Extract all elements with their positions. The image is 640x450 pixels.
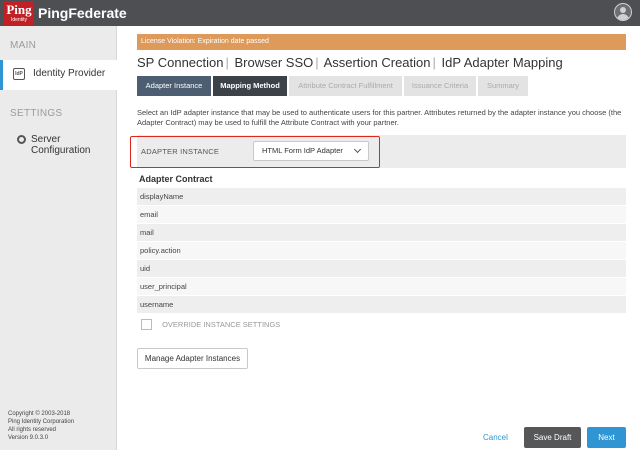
tab-attribute-contract-fulfillment: Attribute Contract Fulfillment (289, 76, 402, 96)
list-item: user_principal (137, 278, 626, 296)
license-violation-banner: License Violation: Expiration date passe… (137, 34, 626, 50)
top-bar: Ping Identity PingFederate (0, 0, 640, 26)
tab-issuance-criteria: Issuance Criteria (404, 76, 476, 96)
override-label: OVERRIDE INSTANCE SETTINGS (162, 320, 281, 329)
breadcrumb: SP Connection | Browser SSO | Assertion Cr… (137, 55, 563, 70)
tab-summary: Summary (478, 76, 528, 96)
adapter-instance-select[interactable]: HTML Form IdP Adapter (253, 141, 369, 161)
override-instance-settings: OVERRIDE INSTANCE SETTINGS (141, 319, 280, 330)
override-checkbox[interactable] (141, 319, 152, 330)
chevron-down-icon (353, 145, 362, 154)
adapter-contract-title: Adapter Contract (139, 174, 213, 184)
wizard-tabs: Adapter Instance Mapping Method Attribut… (137, 76, 530, 96)
list-item: username (137, 296, 626, 314)
gear-icon (17, 135, 26, 144)
logo-text: Ping (6, 2, 32, 17)
copyright-line: Copyright © 2003-2018 (8, 411, 71, 417)
sidebar-item-identity-provider[interactable]: IdP Identity Provider (0, 60, 117, 90)
breadcrumb-item: SP Connection (137, 55, 224, 70)
sidebar: MAIN IdP Identity Provider SETTINGS Serv… (0, 26, 117, 450)
copyright-line: All rights reserved (8, 427, 57, 433)
list-item: mail (137, 224, 626, 242)
logo-subtext: Identity (10, 17, 28, 23)
idp-icon: IdP (13, 68, 25, 80)
copyright-line: Ping Identity Corporation (8, 419, 75, 425)
adapter-contract-list: displayName email mail policy.action uid… (137, 188, 626, 314)
list-item: displayName (137, 188, 626, 206)
adapter-instance-selected: HTML Form IdP Adapter (262, 146, 343, 155)
save-draft-button[interactable]: Save Draft (524, 427, 581, 448)
sidebar-heading-settings: SETTINGS (10, 108, 63, 119)
product-name: PingFederate (38, 5, 127, 21)
copyright-info: Copyright © 2003-2018 Ping Identity Corp… (8, 410, 74, 442)
ping-logo: Ping Identity (4, 1, 34, 25)
list-item: uid (137, 260, 626, 278)
list-item: policy.action (137, 242, 626, 260)
next-button[interactable]: Next (587, 427, 626, 448)
tab-mapping-method[interactable]: Mapping Method (213, 76, 287, 96)
cancel-button[interactable]: Cancel (483, 433, 508, 442)
page-description: Select an IdP adapter instance that may … (137, 108, 622, 127)
sidebar-item-server-configuration[interactable]: Server Configuration (0, 130, 117, 156)
adapter-instance-label: ADAPTER INSTANCE (141, 147, 220, 156)
breadcrumb-item: IdP Adapter Mapping (441, 55, 563, 70)
sidebar-heading-main: MAIN (10, 40, 37, 51)
list-item: email (137, 206, 626, 224)
breadcrumb-item: Browser SSO (234, 55, 314, 70)
manage-adapter-instances-button[interactable]: Manage Adapter Instances (137, 348, 248, 369)
adapter-instance-row: ADAPTER INSTANCE HTML Form IdP Adapter (137, 135, 626, 168)
user-avatar-icon[interactable] (614, 3, 632, 21)
tab-adapter-instance[interactable]: Adapter Instance (137, 76, 211, 96)
sidebar-item-label: Server Configuration (31, 134, 91, 156)
version-line: Version 9.0.3.0 (8, 435, 49, 441)
breadcrumb-item: Assertion Creation (323, 55, 431, 70)
sidebar-item-label: Identity Provider (33, 68, 106, 79)
